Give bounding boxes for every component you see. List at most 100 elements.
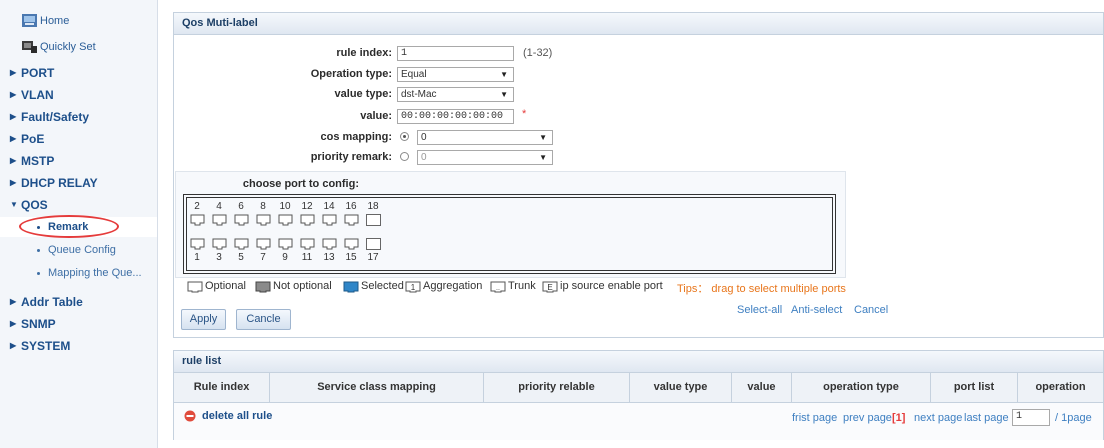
col-value-type: value type xyxy=(630,373,732,402)
port-11[interactable] xyxy=(300,238,315,250)
sidebar-item-home[interactable]: Home xyxy=(0,11,157,31)
port-13[interactable] xyxy=(322,238,337,250)
sidebar-item-label: PoE xyxy=(21,132,45,146)
port-14[interactable] xyxy=(322,214,337,226)
sidebar-item-qos[interactable]: ▼ QOS xyxy=(0,195,157,215)
delete-all-link[interactable]: delete all rule xyxy=(202,410,272,422)
caret-down-icon: ▼ xyxy=(10,200,18,209)
port-4[interactable] xyxy=(212,214,227,226)
priority-remark-label: priority remark: xyxy=(310,151,392,163)
col-value: value xyxy=(732,373,792,402)
legend-not-optional: Not optional xyxy=(273,280,332,292)
col-rule-index: Rule index xyxy=(174,373,270,402)
select-all-link[interactable]: Select-all xyxy=(737,304,782,316)
sidebar-item-port[interactable]: ▶ PORT xyxy=(0,63,157,83)
operation-type-select[interactable]: Equal ▼ xyxy=(397,67,514,82)
rule-list-panel: rule list Rule index Service class mappi… xyxy=(173,350,1104,440)
home-icon xyxy=(22,14,37,27)
chevron-down-icon: ▼ xyxy=(500,70,508,79)
caret-right-icon: ▶ xyxy=(10,178,17,187)
chevron-down-icon: ▼ xyxy=(539,153,547,162)
apply-button[interactable]: Apply xyxy=(181,309,226,330)
prev-page-link[interactable]: prev page xyxy=(843,412,892,424)
caret-right-icon: ▶ xyxy=(10,341,17,350)
value-input[interactable]: 00:00:00:00:00:00 xyxy=(397,109,514,124)
port-8[interactable] xyxy=(256,214,271,226)
legend-trunk: Trunk xyxy=(508,280,536,292)
port-1[interactable] xyxy=(190,238,205,250)
cos-mapping-label: cos mapping: xyxy=(320,131,392,143)
delete-icon[interactable] xyxy=(184,410,196,422)
sidebar-item-vlan[interactable]: ▶ VLAN xyxy=(0,85,157,105)
value-type-select[interactable]: dst-Mac ▼ xyxy=(397,87,514,102)
port-16[interactable] xyxy=(344,214,359,226)
port-2[interactable] xyxy=(190,214,205,226)
port-10[interactable] xyxy=(278,214,293,226)
sfp-port-17[interactable] xyxy=(366,238,381,250)
port-9[interactable] xyxy=(278,238,293,250)
priority-remark-select[interactable]: 0 ▼ xyxy=(417,150,553,165)
sidebar-item-label: DHCP RELAY xyxy=(21,176,98,190)
sidebar-item-dhcp-relay[interactable]: ▶ DHCP RELAY xyxy=(0,173,157,193)
sidebar-item-label: Mapping the Que... xyxy=(48,267,142,279)
sidebar-item-fault-safety[interactable]: ▶ Fault/Safety xyxy=(0,107,157,127)
tips-text: Tips： drag to select multiple ports xyxy=(677,283,846,295)
last-page-link[interactable]: last page xyxy=(964,412,1009,424)
legend-ip-source: ip source enable port xyxy=(560,280,663,292)
port-15[interactable] xyxy=(344,238,359,250)
sidebar-item-label: Fault/Safety xyxy=(21,110,90,124)
sidebar-item-poe[interactable]: ▶ PoE xyxy=(0,129,157,149)
port-number-label: 1 xyxy=(194,252,200,263)
sidebar-item-addr-table[interactable]: ▶ Addr Table xyxy=(0,292,157,312)
caret-right-icon: ▶ xyxy=(10,134,17,143)
sidebar-item-snmp[interactable]: ▶ SNMP xyxy=(0,314,157,334)
anti-select-link[interactable]: Anti-select xyxy=(791,304,842,316)
first-page-link[interactable]: frist page xyxy=(792,412,837,424)
port-number-label: 12 xyxy=(301,201,313,212)
caret-right-icon: ▶ xyxy=(10,112,17,121)
caret-right-icon: ▶ xyxy=(10,68,17,77)
chevron-down-icon: ▼ xyxy=(500,90,508,99)
caret-right-icon: ▶ xyxy=(10,319,17,328)
cancel-link[interactable]: Cancel xyxy=(854,304,888,316)
sidebar-item-mapping-queue[interactable]: Mapping the Que... xyxy=(0,263,157,283)
cancle-button[interactable]: Cancle xyxy=(236,309,291,330)
port-5[interactable] xyxy=(234,238,249,250)
cos-mapping-select[interactable]: 0 ▼ xyxy=(417,130,553,145)
value-label: value: xyxy=(360,110,392,122)
rule-index-label: rule index: xyxy=(336,47,392,59)
sidebar: Home Quickly Set ▶ PORT ▶ VLAN ▶ Fault/S… xyxy=(0,0,158,448)
quick-set-icon xyxy=(22,41,37,53)
port-number-label: 16 xyxy=(345,201,357,212)
svg-text:E: E xyxy=(547,283,552,292)
sidebar-item-mstp[interactable]: ▶ MSTP xyxy=(0,151,157,171)
sidebar-item-label: Addr Table xyxy=(21,295,83,309)
sfp-port-18[interactable] xyxy=(366,214,381,226)
port-12[interactable] xyxy=(300,214,315,226)
required-mark: * xyxy=(522,108,527,120)
caret-right-icon: ▶ xyxy=(10,156,17,165)
value-type-value: dst-Mac xyxy=(401,89,437,100)
sidebar-item-queue-config[interactable]: Queue Config xyxy=(0,240,157,260)
qos-panel: Qos Muti-label rule index: 1 (1-32) Oper… xyxy=(173,12,1104,338)
col-port-list: port list xyxy=(931,373,1018,402)
port-number-label: 18 xyxy=(367,201,379,212)
operation-type-label: Operation type: xyxy=(310,68,392,80)
port-6[interactable] xyxy=(234,214,249,226)
col-operation: operation xyxy=(1018,373,1103,402)
port-7[interactable] xyxy=(256,238,271,250)
next-page-link[interactable]: next page xyxy=(914,412,962,424)
priority-remark-radio[interactable] xyxy=(400,152,409,161)
col-operation-type: operation type xyxy=(792,373,931,402)
page-number-input[interactable]: 1 xyxy=(1012,409,1050,426)
sidebar-item-system[interactable]: ▶ SYSTEM xyxy=(0,336,157,356)
port-number-label: 2 xyxy=(194,201,200,212)
caret-right-icon: ▶ xyxy=(10,297,17,306)
cos-mapping-radio[interactable] xyxy=(400,132,409,141)
port-number-label: 7 xyxy=(260,252,266,263)
port-3[interactable] xyxy=(212,238,227,250)
rule-index-input[interactable]: 1 xyxy=(397,46,514,61)
current-page: [1] xyxy=(892,412,906,424)
sidebar-item-quick-set[interactable]: Quickly Set xyxy=(0,37,157,57)
value-type-label: value type: xyxy=(334,88,392,100)
